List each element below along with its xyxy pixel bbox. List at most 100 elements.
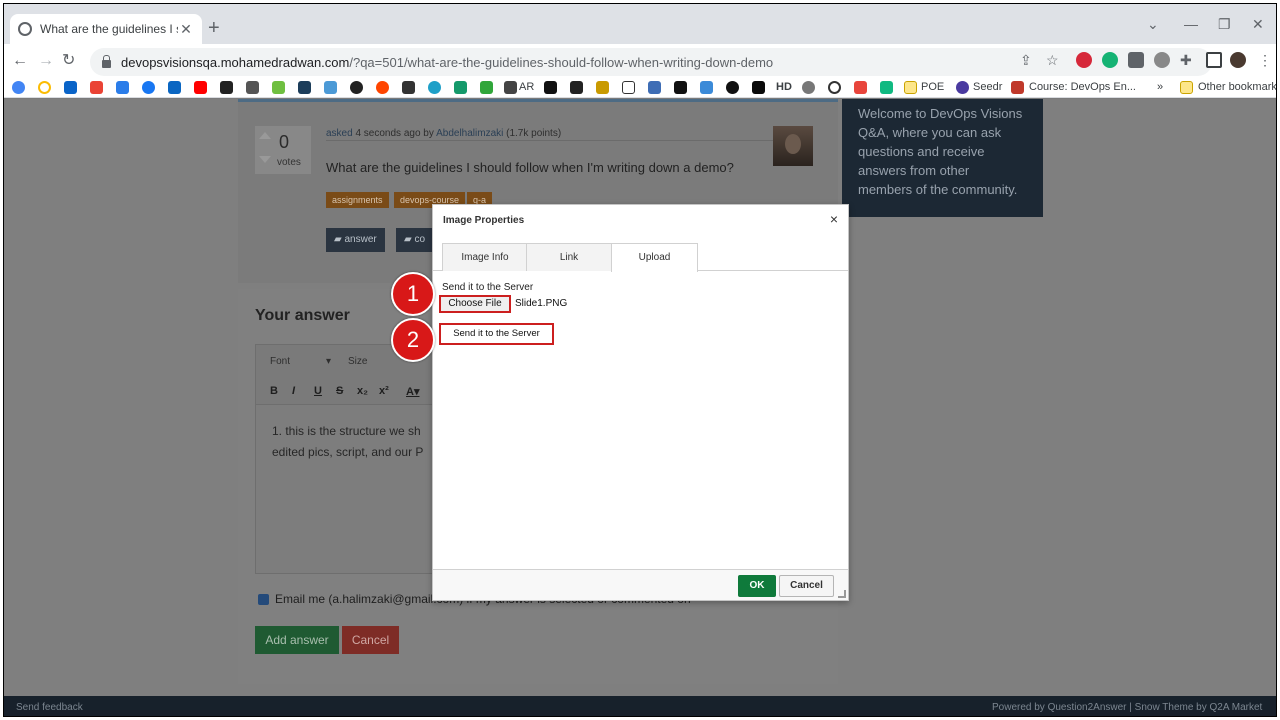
resize-handle[interactable] (838, 590, 846, 598)
bold-button[interactable]: B (270, 385, 278, 397)
bookmark-icon[interactable] (674, 81, 687, 94)
extension-icon[interactable] (1154, 52, 1170, 68)
asked-link[interactable]: asked (326, 128, 353, 139)
google-bookmark-icon[interactable] (12, 81, 25, 94)
youtube-bookmark-icon[interactable] (194, 81, 207, 94)
answer-button[interactable]: ▰ answer (326, 228, 385, 252)
subscript-button[interactable]: x₂ (357, 385, 368, 397)
close-icon[interactable]: × (830, 212, 838, 226)
bookmark-icon[interactable] (246, 81, 259, 94)
back-icon[interactable]: ← (12, 52, 28, 70)
reload-icon[interactable]: ↻ (62, 52, 75, 70)
bookmark-icon[interactable] (596, 81, 609, 94)
screenshot-frame: What are the guidelines I should ✕ + ⌄ —… (3, 3, 1277, 717)
page-footer: Send feedback Powered by Question2Answer… (4, 696, 1276, 716)
comment-button[interactable]: ▰ co (396, 228, 434, 252)
minimize-icon[interactable]: — (1184, 16, 1198, 32)
bookmark-icon[interactable] (828, 81, 841, 94)
bookmark-seedr[interactable]: Seedr (973, 81, 1002, 93)
bookmark-star-icon[interactable]: ☆ (1046, 52, 1059, 69)
font-select[interactable]: Font (270, 356, 290, 367)
url-field[interactable]: devopsvisionsqa.mohamedradwan.com /?qa=5… (90, 48, 1212, 76)
sidepanel-icon[interactable] (1206, 52, 1222, 68)
bookmark-icon[interactable] (402, 81, 415, 94)
bookmark-icon[interactable] (272, 81, 285, 94)
bookmark-icon[interactable] (726, 81, 739, 94)
other-bookmarks[interactable]: Other bookmarks (1198, 81, 1276, 93)
bookmark-hd[interactable]: HD (776, 81, 792, 93)
editor-content[interactable]: 1. this is the structure we sh edited pi… (272, 421, 423, 463)
bookmark-icon[interactable] (298, 81, 311, 94)
bookmark-icon[interactable] (350, 81, 363, 94)
puzzle-icon[interactable]: ✚ (1180, 52, 1192, 69)
tab-link[interactable]: Link (526, 243, 612, 271)
extension-icon[interactable] (1128, 52, 1144, 68)
udemy-bookmark-icon[interactable] (1011, 81, 1024, 94)
bookmark-icon[interactable] (480, 81, 493, 94)
author-link[interactable]: Abdelhalimzaki (436, 128, 503, 139)
size-select[interactable]: Size (348, 356, 367, 367)
choose-file-button[interactable]: Choose File (439, 295, 511, 313)
add-answer-button[interactable]: Add answer (255, 626, 339, 654)
cancel-button[interactable]: Cancel (779, 575, 834, 597)
close-window-icon[interactable]: ✕ (1252, 16, 1264, 33)
image-properties-dialog: Image Properties × Image Info Link Uploa… (432, 204, 849, 601)
cancel-answer-button[interactable]: Cancel (342, 626, 399, 654)
bookmark-icon[interactable] (622, 81, 635, 94)
grammarly-extension-icon[interactable] (1102, 52, 1118, 68)
new-tab-button[interactable]: + (208, 18, 220, 38)
adblock-extension-icon[interactable] (1076, 52, 1092, 68)
vote-down-icon[interactable] (259, 156, 271, 163)
tag-assignments[interactable]: assignments (326, 192, 389, 208)
italic-button[interactable]: I (292, 385, 295, 397)
close-tab-icon[interactable]: ✕ (178, 21, 194, 38)
profile-avatar[interactable] (1230, 52, 1246, 68)
restore-icon[interactable]: ❐ (1218, 16, 1231, 33)
tab-search-icon[interactable]: ⌄ (1147, 16, 1159, 33)
browser-tab[interactable]: What are the guidelines I should ✕ (10, 14, 202, 44)
bookmark-icon[interactable] (454, 81, 467, 94)
email-checkbox[interactable] (258, 593, 269, 605)
underline-button[interactable]: U (314, 385, 322, 397)
ok-button[interactable]: OK (738, 575, 776, 597)
bookmark-poe[interactable]: POE (921, 81, 944, 93)
author-avatar[interactable] (773, 126, 813, 166)
bookmark-icon[interactable] (544, 81, 557, 94)
tab-image-info[interactable]: Image Info (442, 243, 528, 271)
bookmarks-overflow[interactable]: » (1157, 81, 1163, 93)
bookmark-icon[interactable] (38, 81, 51, 94)
bookmark-icon[interactable] (116, 81, 129, 94)
bookmark-icon[interactable] (648, 81, 661, 94)
text-color-button[interactable]: A▾ (406, 385, 419, 398)
trophy-bookmark-icon[interactable] (570, 81, 583, 94)
vote-up-icon[interactable] (259, 132, 271, 139)
tab-upload[interactable]: Upload (611, 243, 698, 272)
bookmark-icon[interactable] (324, 81, 337, 94)
bookmark-ar[interactable]: AR (519, 81, 534, 93)
bookmark-icon[interactable] (802, 81, 815, 94)
comment-icon: ▰ (334, 234, 345, 245)
outlook-bookmark-icon[interactable] (64, 81, 77, 94)
bookmark-icon[interactable] (854, 81, 867, 94)
superscript-button[interactable]: x² (379, 385, 389, 397)
share-icon[interactable]: ⇪ (1020, 52, 1032, 69)
bookmark-course[interactable]: Course: DevOps En... (1029, 81, 1136, 93)
linkedin-bookmark-icon[interactable] (168, 81, 181, 94)
folder-icon[interactable] (904, 81, 917, 94)
strike-button[interactable]: S (336, 385, 343, 397)
bookmark-icon[interactable] (504, 81, 517, 94)
folder-icon[interactable] (1180, 81, 1193, 94)
gmail-bookmark-icon[interactable] (90, 81, 103, 94)
feedback-link[interactable]: Send feedback (16, 702, 83, 713)
bookmark-icon[interactable] (880, 81, 893, 94)
bookmark-icon[interactable] (428, 81, 441, 94)
send-to-server-button[interactable]: Send it to the Server (439, 323, 554, 345)
seedr-bookmark-icon[interactable] (956, 81, 969, 94)
reddit-bookmark-icon[interactable] (376, 81, 389, 94)
bookmark-icon[interactable] (220, 81, 233, 94)
bookmark-icon[interactable] (752, 81, 765, 94)
menu-icon[interactable]: ⋮ (1258, 52, 1272, 69)
bookmark-icon[interactable] (700, 81, 713, 94)
facebook-bookmark-icon[interactable] (142, 81, 155, 94)
forward-icon[interactable]: → (38, 52, 54, 70)
